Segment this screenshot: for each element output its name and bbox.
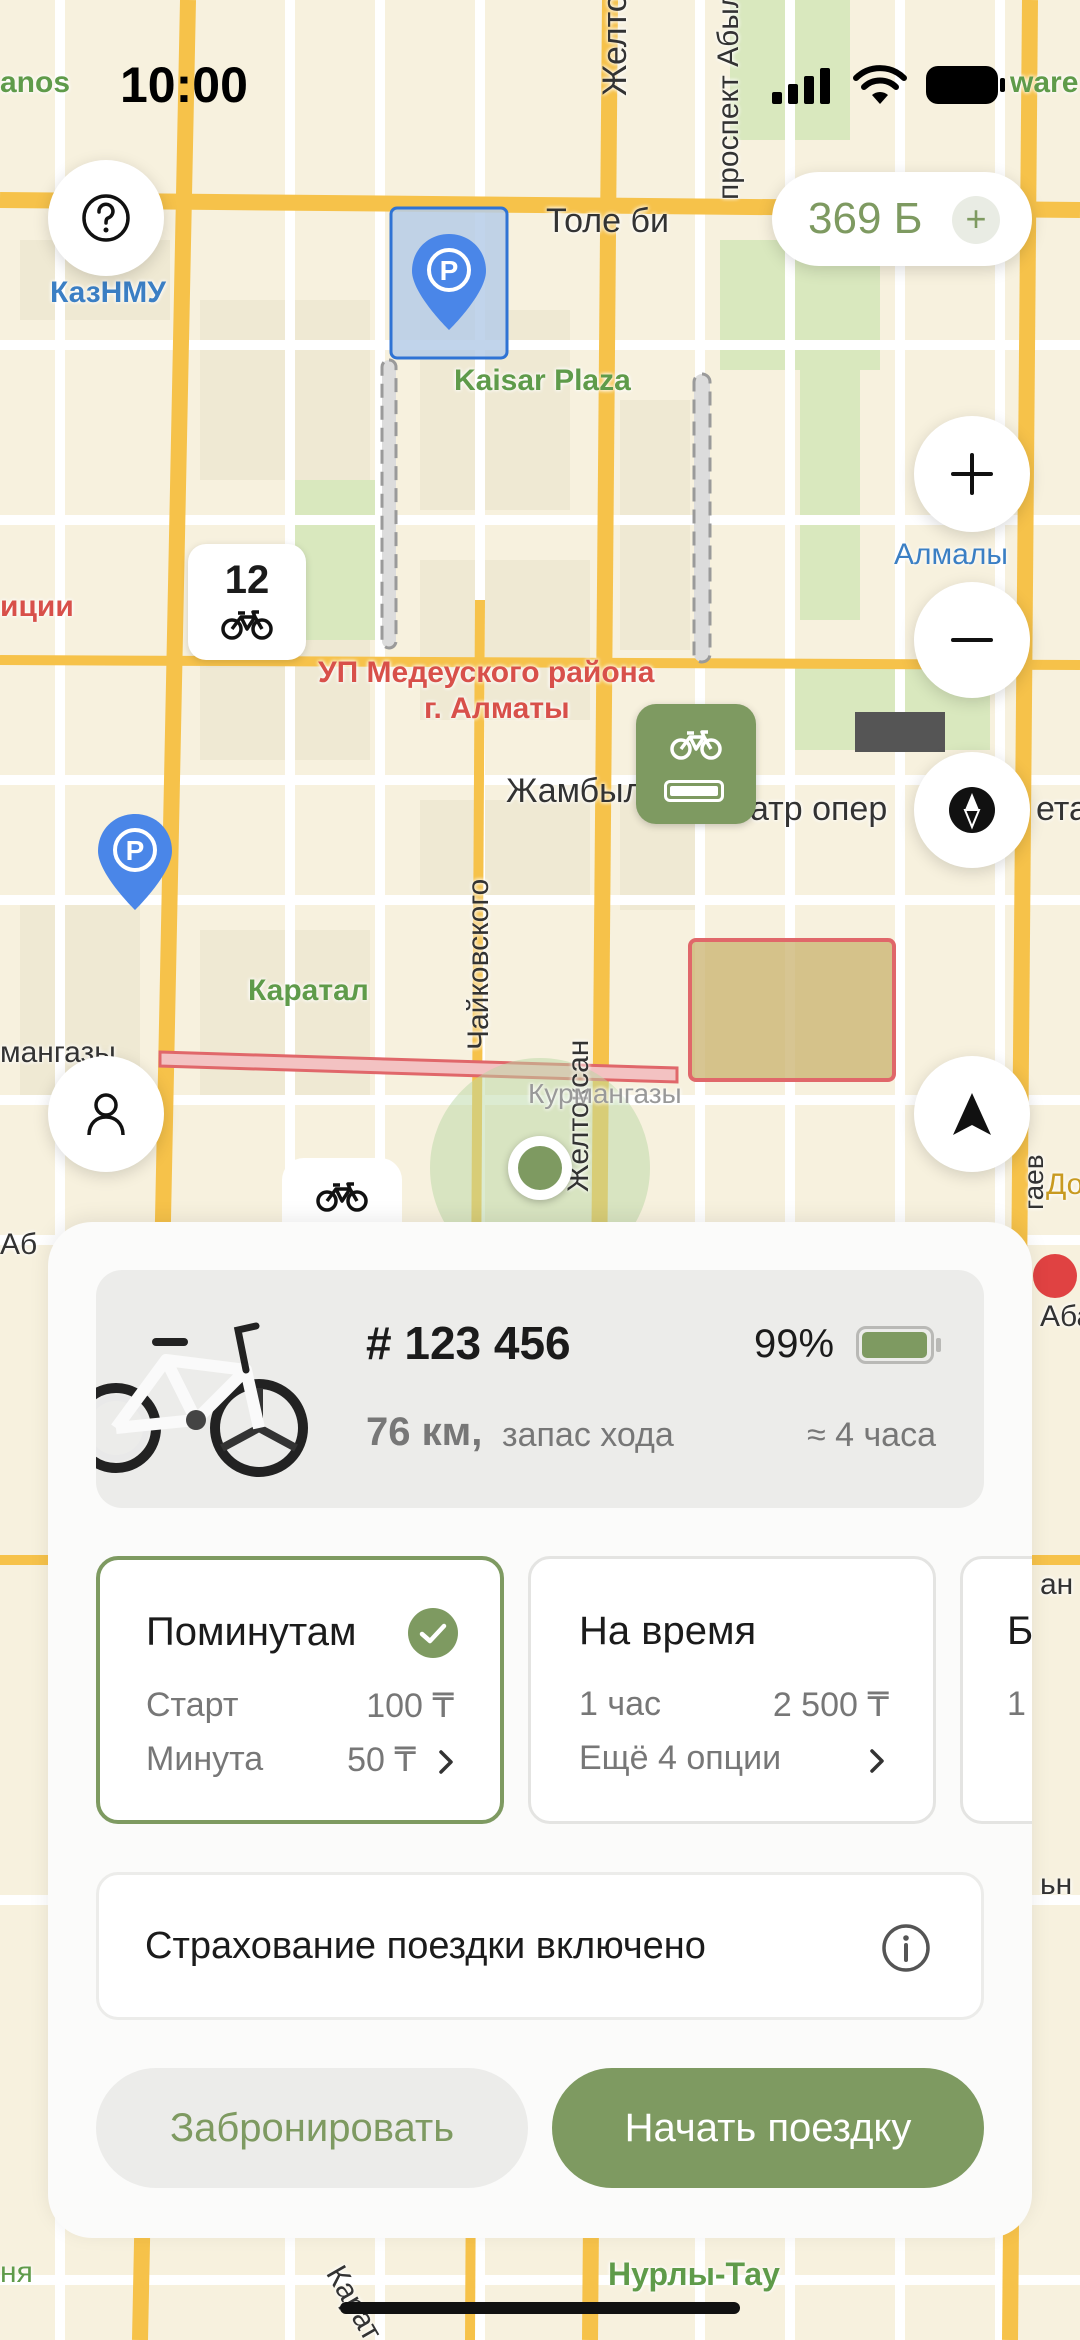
reserve-button[interactable]: Забронировать xyxy=(96,2068,528,2188)
insurance-row[interactable]: Страхование поездки включено xyxy=(96,1872,984,2020)
chevron-right-icon xyxy=(870,1749,884,1773)
street-label-tole-bi: Толе би xyxy=(546,202,669,240)
minus-icon xyxy=(951,638,993,642)
poi-label-kaznmu: КазНМУ xyxy=(50,276,166,309)
bicycle-icon xyxy=(670,730,722,760)
bike-photo xyxy=(96,1322,308,1477)
parking-pin-label: P xyxy=(440,255,459,286)
battery-status-tip xyxy=(1000,78,1005,92)
street-label-kurmangazy: Курмангазы xyxy=(528,1078,682,1109)
parking-pin-1[interactable]: P xyxy=(410,232,488,332)
battery-status-icon xyxy=(926,66,998,104)
wifi-icon xyxy=(853,65,907,104)
battery-percent: 99% xyxy=(754,1322,835,1366)
start-ride-button[interactable]: Начать поездку xyxy=(552,2068,984,2188)
street-label-abylay: Аб xyxy=(0,1228,38,1261)
selected-bike-marker[interactable] xyxy=(636,704,756,824)
bike-cluster-count: 12 xyxy=(224,558,270,602)
poi-label-nurly-tau: Нурлы-Тау xyxy=(608,2256,780,2292)
bicycle-icon xyxy=(221,610,273,640)
parking-pin-icon: P xyxy=(98,814,172,910)
plan-card-per-minute[interactable]: Поминутам Старт 100 ₸ Минута 50 ₸ xyxy=(96,1556,504,1824)
poi-label-up-line1: УП Медеуского района xyxy=(318,656,655,689)
plan-row1-value: 2 500 ₸ xyxy=(772,1686,889,1724)
user-location-dot xyxy=(508,1136,572,1200)
poi-label-dom: Дом xyxy=(1046,1168,1080,1201)
range-value: 76 км, xyxy=(366,1410,483,1454)
poi-label-an-right: ан xyxy=(1040,1568,1074,1601)
plan-row1-label: Старт xyxy=(146,1686,239,1724)
zoom-out-button[interactable] xyxy=(914,582,1030,698)
plus-icon xyxy=(951,453,993,495)
plan-row1-label: 1 xyxy=(1007,1685,1026,1723)
poi-label-theatre: атр опер xyxy=(750,790,888,828)
poi-label-karatal: Каратал xyxy=(248,974,369,1007)
question-icon xyxy=(82,194,130,242)
bicycle-icon xyxy=(316,1182,368,1212)
bike-id: # 123 456 xyxy=(366,1317,571,1369)
cellular-signal-icon xyxy=(772,68,830,104)
poi-label-eta: ета xyxy=(1036,790,1080,828)
bike-cluster-marker[interactable]: 12 xyxy=(188,544,306,660)
parking-pin-2[interactable]: P xyxy=(96,812,174,912)
plan-card-third[interactable]: Б 1 xyxy=(960,1556,1032,1824)
time-estimate: ≈ 4 часа xyxy=(807,1416,936,1454)
plan-title: Поминутам xyxy=(146,1610,357,1654)
range-label: запас хода xyxy=(502,1416,674,1454)
metro-label-almaly: Алмалы xyxy=(894,538,1008,571)
bike-battery-icon xyxy=(856,1326,934,1364)
navigation-arrow-icon xyxy=(953,1093,991,1135)
zoom-in-button[interactable] xyxy=(914,416,1030,532)
compass-icon xyxy=(949,787,995,833)
poi-label-bottom-left: ня xyxy=(0,2256,33,2289)
plan-row2-label: Ещё 4 опции xyxy=(579,1739,782,1777)
profile-button[interactable] xyxy=(48,1056,164,1172)
plan-row1-value: 100 ₸ xyxy=(366,1687,454,1725)
chevron-right-icon xyxy=(439,1750,453,1774)
poi-label-police: иции xyxy=(0,590,74,623)
poi-label-ab-right: Аба xyxy=(1040,1300,1080,1333)
battery-icon xyxy=(664,780,724,802)
plan-row2-value: 50 ₸ xyxy=(347,1741,416,1779)
insurance-text: Страхование поездки включено xyxy=(145,1925,706,1967)
info-icon[interactable] xyxy=(881,1923,931,1973)
street-label-chaikovskogo: Чайковского xyxy=(462,878,495,1050)
status-time: 10:00 xyxy=(120,57,248,113)
balance-add-button[interactable]: + xyxy=(952,196,1000,244)
bike-battery-tip xyxy=(936,1338,941,1352)
plan-card-time[interactable]: На время 1 час 2 500 ₸ Ещё 4 опции xyxy=(528,1556,936,1824)
plan-row2-label: Минута xyxy=(146,1740,264,1778)
plan-row1-label: 1 час xyxy=(579,1685,661,1723)
my-location-button[interactable] xyxy=(914,1056,1030,1172)
help-button[interactable] xyxy=(48,160,164,276)
balance-pill[interactable]: 369 Б + xyxy=(772,172,1032,266)
street-label-gaev: гаев xyxy=(1018,1154,1049,1210)
compass-button[interactable] xyxy=(914,752,1030,868)
balance-value: 369 Б xyxy=(808,194,923,243)
bike-info-card: # 123 456 99% 76 км, запас хода ≈ 4 часа xyxy=(96,1270,984,1508)
plan-title: На время xyxy=(579,1609,757,1653)
poi-label-ni-right: ьн xyxy=(1040,1868,1073,1901)
home-indicator xyxy=(340,2302,740,2314)
poi-label-up-line2: г. Алматы xyxy=(424,692,570,725)
svg-text:P: P xyxy=(126,835,145,866)
user-icon xyxy=(87,1093,125,1136)
parking-pin-icon: P xyxy=(412,234,486,330)
check-icon xyxy=(408,1608,458,1658)
plan-title: Б xyxy=(1007,1609,1032,1653)
status-bar: 10:00 xyxy=(0,0,1080,170)
poi-label-kaisar-plaza: Kaisar Plaza xyxy=(454,364,631,397)
plan-card-third-clip: Б 1 xyxy=(960,1556,1032,1824)
